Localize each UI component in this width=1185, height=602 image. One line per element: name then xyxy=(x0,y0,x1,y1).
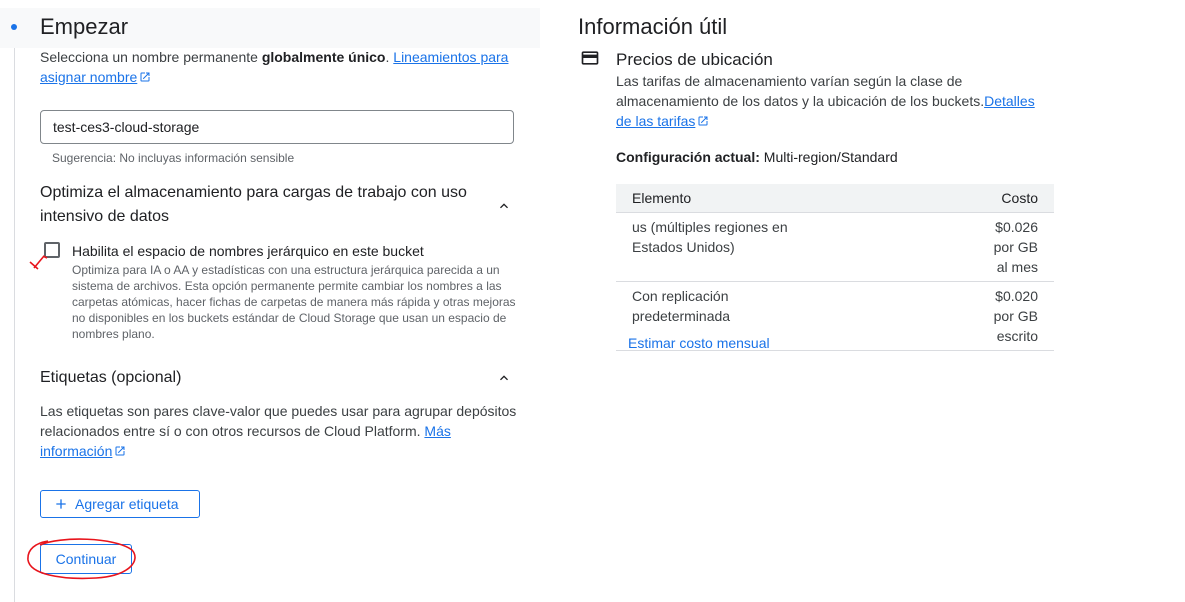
checkbox-description: Optimiza para IA o AA y estadísticas con… xyxy=(72,263,516,341)
chevron-up-icon[interactable] xyxy=(496,198,512,214)
pricing-description: Las tarifas de almacenamiento varían seg… xyxy=(616,73,1035,129)
labels-description: Las etiquetas son pares clave-valor que … xyxy=(40,403,517,459)
step-connector-line xyxy=(14,48,15,602)
external-link-icon xyxy=(140,72,150,82)
external-link-icon xyxy=(698,116,708,126)
pricing-title: Precios de ubicación xyxy=(616,50,773,69)
continue-button[interactable]: Continuar xyxy=(40,544,132,574)
table-cell-cost: $0.020 por GB escrito xyxy=(838,281,1054,351)
step-indicator-dot xyxy=(11,24,17,30)
plus-icon xyxy=(56,499,66,509)
step-title: Empezar xyxy=(40,14,129,39)
bucket-name-intro: Selecciona un nombre permanente globalme… xyxy=(40,49,509,85)
external-link-icon xyxy=(115,446,125,456)
input-hint: Sugerencia: No incluyas información sens… xyxy=(52,151,295,165)
table-row: us (múltiples regiones en Estados Unidos… xyxy=(616,212,1054,282)
credit-card-icon xyxy=(581,51,599,65)
column-header-item: Elemento xyxy=(616,184,838,213)
checkbox-label: Habilita el espacio de nombres jerárquic… xyxy=(72,243,424,259)
bucket-name-input[interactable] xyxy=(41,111,513,143)
useful-info-title: Información útil xyxy=(578,14,728,39)
bucket-name-field[interactable] xyxy=(40,110,514,144)
annotation-check xyxy=(29,255,48,270)
add-label-button[interactable]: Agregar etiqueta xyxy=(40,490,200,518)
table-cell-cost: $0.026 por GB al mes xyxy=(838,212,1054,282)
estimate-monthly-cost-link[interactable]: Estimar costo mensual xyxy=(628,335,770,351)
optimize-section-title: Optimiza el almacenamiento para cargas d… xyxy=(40,184,467,225)
current-config: Configuración actual: Multi-region/Stand… xyxy=(616,149,898,165)
column-header-cost: Costo xyxy=(838,184,1054,213)
hierarchical-namespace-checkbox[interactable] xyxy=(44,242,60,258)
table-header-row: Elemento Costo xyxy=(616,184,1054,213)
pricing-table: Elemento Costo us (múltiples regiones en… xyxy=(616,184,1054,351)
table-cell-item: us (múltiples regiones en Estados Unidos… xyxy=(616,212,838,282)
labels-section-title: Etiquetas (opcional) xyxy=(40,369,182,386)
chevron-up-icon[interactable] xyxy=(496,370,512,386)
